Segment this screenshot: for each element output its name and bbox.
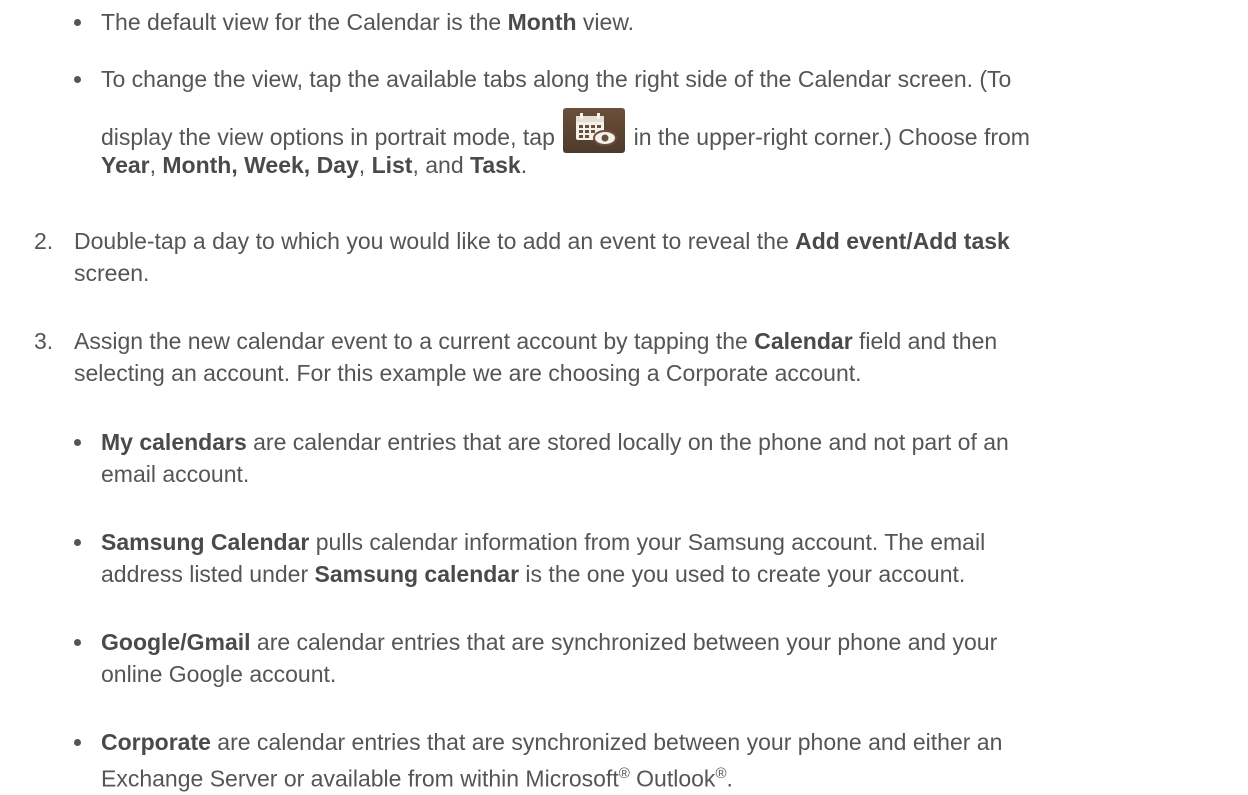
numbered-step: 2. Double-tap a day to which you would l… (34, 225, 1248, 289)
step-text: screen. (74, 260, 150, 286)
separator: , (149, 152, 163, 178)
bullet-text: are calendar entries that are stored loc… (246, 429, 1009, 455)
bullet-line: Year, Month, Week, Day, List, and Task. (101, 149, 1248, 181)
separator: , and (412, 152, 470, 178)
bullet-text: Outlook (629, 765, 716, 792)
document-page: The default view for the Calendar is the… (0, 0, 1248, 792)
bullet-text: is the one you used to create your accou… (519, 561, 966, 587)
bold-term: List (371, 152, 413, 178)
bullet-text: email account. (101, 461, 250, 487)
bold-term: Google/Gmail (101, 629, 251, 655)
bullet-text: address listed under (101, 561, 315, 587)
bullet-text: . (726, 765, 733, 792)
list-item: Corporate are calendar entries that are … (74, 726, 1248, 795)
step-text: Double-tap a day to which you would like… (74, 228, 796, 254)
bullet-line: address listed under Samsung calendar is… (101, 558, 1248, 590)
bold-term: Month (507, 9, 577, 35)
bullet-text: To change the view, tap the available ta… (101, 66, 1012, 92)
list-item: Google/Gmail are calendar entries that a… (74, 626, 1248, 690)
bold-term: Samsung Calendar (101, 529, 310, 555)
list-item: The default view for the Calendar is the… (74, 6, 634, 38)
registered-mark: ® (715, 765, 727, 782)
calendar-view-icon[interactable] (563, 108, 626, 153)
bullet-line: display the view options in portrait mod… (101, 108, 1248, 153)
bold-term: Corporate (101, 729, 211, 755)
step-number: 2. (34, 228, 54, 254)
bold-term: Year (101, 152, 150, 178)
bullet-text: online Google account. (101, 661, 337, 687)
numbered-step: 3. Assign the new calendar event to a cu… (34, 325, 1248, 389)
list-item: To change the view, tap the available ta… (74, 63, 1248, 181)
step-text: Assign the new calendar event to a curre… (74, 328, 755, 354)
bullet-text: view. (576, 9, 635, 35)
step-text: field and then (852, 328, 998, 354)
bullet-text: are calendar entries that are synchroniz… (210, 729, 1003, 755)
bullet-line: Google/Gmail are calendar entries that a… (101, 626, 1248, 658)
list-item: My calendars are calendar entries that a… (74, 426, 1248, 490)
separator: , (358, 152, 372, 178)
bullet-text: in the upper-right corner.) Choose from (627, 124, 1030, 150)
bold-term: Samsung calendar (314, 561, 520, 587)
step-line: Double-tap a day to which you would like… (74, 225, 1248, 257)
bullet-text: pulls calendar information from your Sam… (309, 529, 986, 555)
bullet-text: Exchange Server or available from within… (101, 765, 619, 792)
step-number: 3. (34, 328, 54, 354)
bullet-text: are calendar entries that are synchroniz… (250, 629, 998, 655)
bullet-text: The default view for the Calendar is the (101, 9, 508, 35)
step-text: selecting an account. For this example w… (74, 360, 862, 386)
list-item: Samsung Calendar pulls calendar informat… (74, 526, 1248, 590)
step-line: Assign the new calendar event to a curre… (74, 325, 1248, 357)
bullet-text: display the view options in portrait mod… (101, 124, 562, 150)
bold-term: Add event/Add task (795, 228, 1010, 254)
registered-mark: ® (618, 765, 630, 782)
bullet-line: Exchange Server or available from within… (101, 758, 1248, 795)
bold-term: Calendar (754, 328, 853, 354)
bullet-line: Samsung Calendar pulls calendar informat… (101, 526, 1248, 558)
bullet-line: Corporate are calendar entries that are … (101, 726, 1248, 758)
bold-term: Task (470, 152, 521, 178)
bold-term: My calendars (101, 429, 247, 455)
bold-term: Month, Week, Day (162, 152, 359, 178)
separator: . (520, 152, 528, 178)
bullet-line: My calendars are calendar entries that a… (101, 426, 1248, 458)
